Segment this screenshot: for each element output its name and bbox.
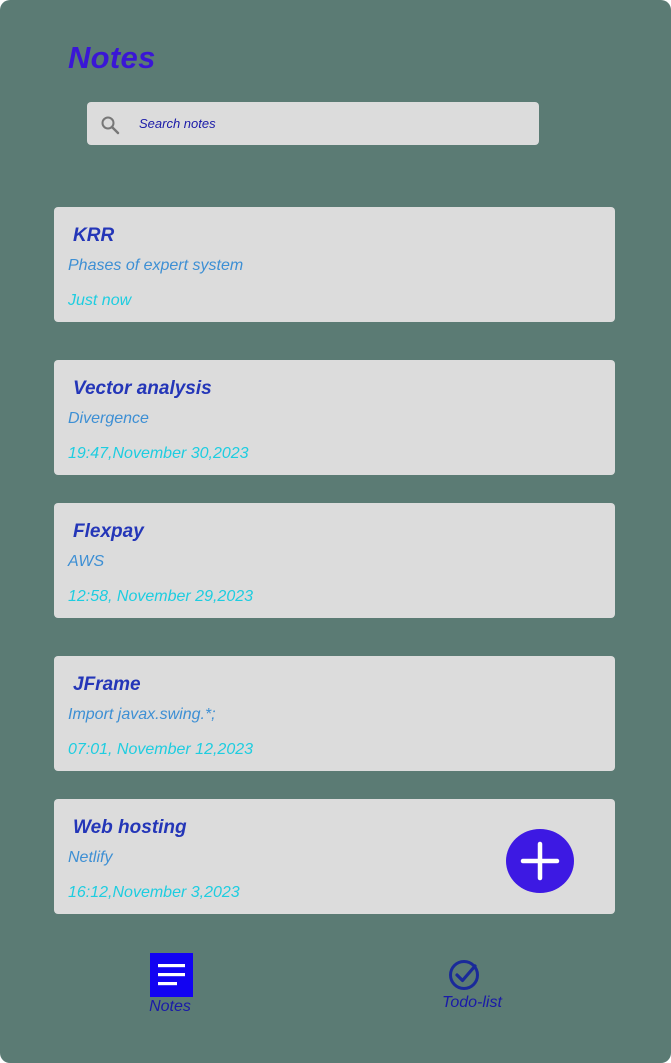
page-title: Notes: [68, 40, 156, 75]
search-input[interactable]: [137, 102, 529, 145]
nav-notes-tab[interactable]: Notes: [140, 953, 202, 1019]
note-subtitle: AWS: [68, 553, 105, 570]
note-card-jframe[interactable]: JFrame Import javax.swing.*; 07:01, Nove…: [54, 656, 615, 771]
note-subtitle: Phases of expert system: [68, 257, 244, 274]
note-card-krr[interactable]: KRR Phases of expert system Just now: [54, 207, 615, 322]
note-title: Flexpay: [73, 521, 144, 542]
note-title: Web hosting: [73, 817, 187, 838]
note-timestamp: 07:01, November 12,2023: [68, 741, 254, 758]
nav-notes-label: Notes: [149, 998, 191, 1015]
note-title: KRR: [73, 225, 115, 246]
check-circle-icon: [449, 960, 479, 990]
note-subtitle: Netlify: [68, 849, 113, 866]
note-timestamp: Just now: [68, 292, 132, 309]
note-title: Vector analysis: [73, 378, 212, 399]
plus-icon: [520, 841, 560, 881]
note-timestamp: 16:12,November 3,2023: [68, 884, 240, 901]
notes-list-icon: [150, 953, 193, 997]
note-timestamp: 12:58, November 29,2023: [68, 588, 254, 605]
notes-screen: Notes KRR Phases of expert system Just n…: [0, 0, 671, 1063]
note-card-flexpay[interactable]: Flexpay AWS 12:58, November 29,2023: [54, 503, 615, 618]
nav-todo-tab[interactable]: Todo-list: [432, 958, 512, 1018]
note-subtitle: Divergence: [68, 410, 149, 427]
note-subtitle: Import javax.swing.*;: [68, 706, 216, 723]
note-card-vector-analysis[interactable]: Vector analysis Divergence 19:47,Novembe…: [54, 360, 615, 475]
search-icon: [101, 116, 120, 135]
note-timestamp: 19:47,November 30,2023: [68, 445, 249, 462]
nav-todo-label: Todo-list: [442, 994, 502, 1011]
search-bar[interactable]: [87, 102, 539, 145]
add-note-button[interactable]: [506, 829, 574, 893]
note-title: JFrame: [73, 674, 141, 695]
